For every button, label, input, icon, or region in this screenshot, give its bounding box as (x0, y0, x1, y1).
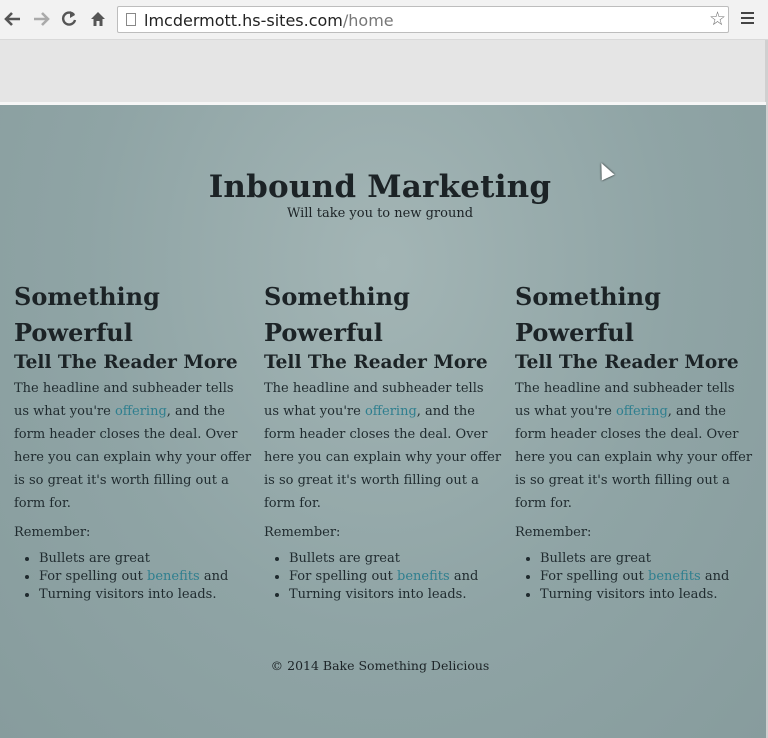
back-icon[interactable] (2, 8, 24, 30)
list-item-text: and (449, 569, 479, 584)
list-item-text: For spelling out (289, 569, 398, 584)
content-column-3: Something Powerful Tell The Reader More … (515, 279, 753, 604)
column-body: The headline and subheader tells us what… (264, 377, 502, 515)
bookmark-star-icon[interactable]: ☆ (709, 8, 726, 30)
body-text: , and the form header closes the deal. O… (515, 404, 753, 511)
remember-label: Remember: (515, 525, 592, 540)
column-heading: Something Powerful (515, 282, 661, 347)
content-column-1: Something Powerful Tell The Reader More … (14, 279, 252, 604)
list-item: For spelling out benefits and (289, 568, 502, 586)
list-item-text: and (199, 569, 229, 584)
column-heading: Something Powerful (14, 282, 160, 347)
column-subheading: Tell The Reader More (515, 352, 739, 373)
body-text: , and the form header closes the deal. O… (14, 404, 252, 511)
list-item: Turning visitors into leads. (289, 586, 502, 604)
column-subheading: Tell The Reader More (264, 352, 488, 373)
list-item: Turning visitors into leads. (540, 586, 753, 604)
menu-icon[interactable] (739, 10, 757, 28)
offering-link[interactable]: offering (115, 404, 167, 419)
benefits-link[interactable]: benefits (397, 569, 450, 584)
browser-toolbar: lmcdermott.hs-sites.com/home ☆ (0, 0, 768, 40)
content-column-2: Something Powerful Tell The Reader More … (264, 279, 502, 604)
page-content: Inbound Marketing Will take you to new g… (0, 102, 766, 738)
url-path: /home (342, 11, 394, 30)
benefits-link[interactable]: benefits (147, 569, 200, 584)
list-item: Bullets are great (289, 550, 502, 568)
bullet-list: Bullets are great For spelling out benef… (515, 550, 753, 604)
bullet-list: Bullets are great For spelling out benef… (264, 550, 502, 604)
column-heading: Something Powerful (264, 282, 410, 347)
address-bar[interactable]: lmcdermott.hs-sites.com/home ☆ (117, 6, 729, 33)
url-text: lmcdermott.hs-sites.com/home (144, 11, 394, 30)
home-icon[interactable] (87, 8, 109, 30)
site-subtitle: Will take you to new ground (286, 206, 474, 221)
footer-copyright: © 2014 Bake Something Delicious (270, 658, 490, 673)
column-body: The headline and subheader tells us what… (515, 377, 753, 515)
reload-icon[interactable] (58, 8, 80, 30)
list-item: For spelling out benefits and (39, 568, 252, 586)
column-subheading: Tell The Reader More (14, 352, 238, 373)
bullet-list: Bullets are great For spelling out benef… (14, 550, 252, 604)
bookmarks-bar (0, 40, 766, 102)
forward-icon[interactable] (30, 8, 52, 30)
list-item: For spelling out benefits and (540, 568, 753, 586)
url-host: lmcdermott.hs-sites.com (144, 11, 343, 30)
page-icon (126, 13, 136, 26)
list-item: Bullets are great (540, 550, 753, 568)
remember-label: Remember: (264, 525, 341, 540)
body-text: , and the form header closes the deal. O… (264, 404, 502, 511)
offering-link[interactable]: offering (616, 404, 668, 419)
list-item: Turning visitors into leads. (39, 586, 252, 604)
list-item: Bullets are great (39, 550, 252, 568)
list-item-text: For spelling out (540, 569, 649, 584)
benefits-link[interactable]: benefits (648, 569, 701, 584)
list-item-text: For spelling out (39, 569, 148, 584)
offering-link[interactable]: offering (365, 404, 417, 419)
column-body: The headline and subheader tells us what… (14, 377, 252, 515)
site-title: Inbound Marketing (208, 169, 552, 205)
remember-label: Remember: (14, 525, 91, 540)
list-item-text: and (700, 569, 730, 584)
